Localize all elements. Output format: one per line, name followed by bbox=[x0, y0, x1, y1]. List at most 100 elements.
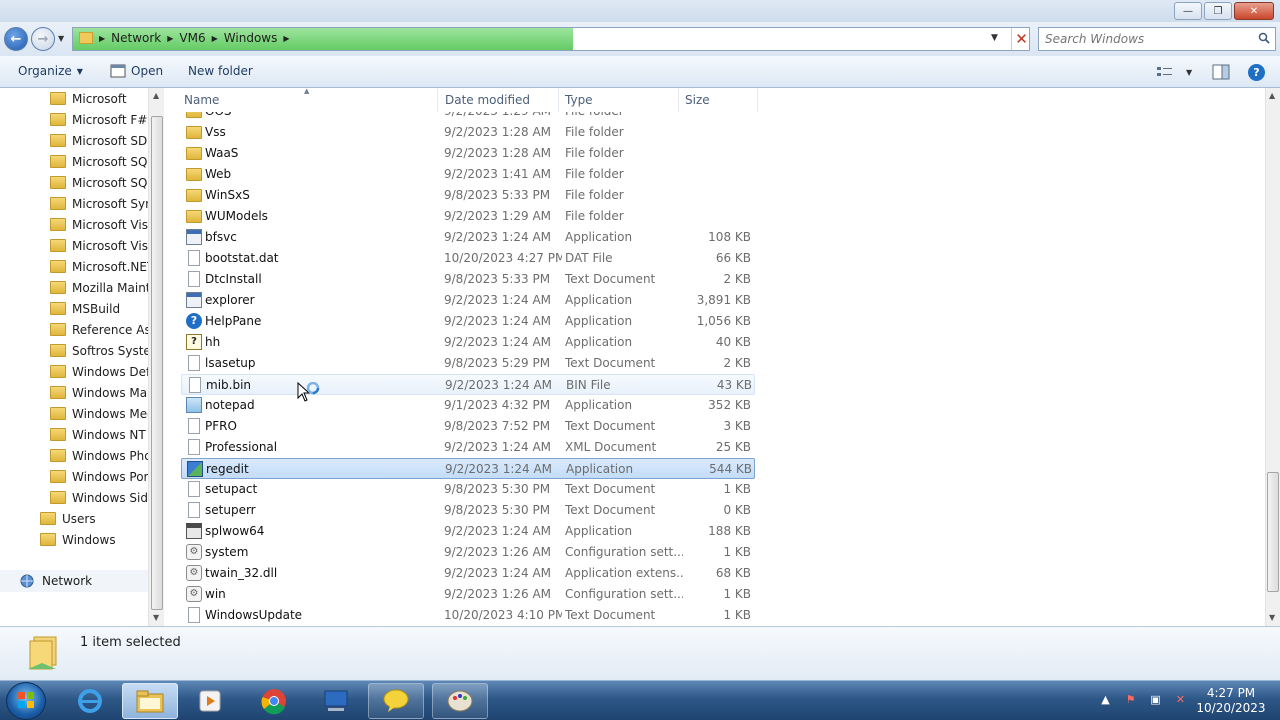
file-row[interactable]: WinSxS 9/8/2023 5:33 PM File folder bbox=[181, 185, 755, 206]
file-list-scrollbar[interactable]: ▲ ▼ bbox=[1265, 88, 1280, 626]
nav-folder-item[interactable]: Microsoft SDK bbox=[50, 130, 155, 151]
file-row[interactable]: ⚙ twain_32.dll 9/2/2023 1:24 AM Application… bbox=[181, 563, 755, 584]
nav-scrollbar[interactable]: ▲ ▼ bbox=[148, 88, 164, 626]
taskbar-clock[interactable]: 4:27 PM 10/20/2023 bbox=[1196, 686, 1266, 716]
column-divider[interactable] bbox=[757, 88, 758, 112]
nav-folder-item[interactable]: Microsoft Visu bbox=[50, 214, 156, 235]
file-row[interactable]: ⚙ system 9/2/2023 1:26 AM Configuration set… bbox=[181, 542, 755, 563]
column-header-date[interactable]: Date modified bbox=[445, 93, 530, 107]
file-row[interactable]: setuperr 9/8/2023 5:30 PM Text Document 0 K… bbox=[181, 500, 755, 521]
nav-folder-item[interactable]: Microsoft Sync bbox=[50, 193, 159, 214]
breadcrumb-windows[interactable]: Windows bbox=[224, 31, 278, 45]
nav-folder-item[interactable]: Windows Defe bbox=[50, 361, 158, 382]
nav-folder-item[interactable]: Microsoft SQL bbox=[50, 172, 154, 193]
address-bar[interactable]: ▶ Network ▶ VM6 ▶ Windows ▶ ▼ ✕ bbox=[72, 27, 1030, 51]
file-list-scroll-thumb[interactable] bbox=[1267, 472, 1279, 592]
search-box[interactable] bbox=[1038, 27, 1276, 51]
address-history-dropdown-icon[interactable]: ▼ bbox=[991, 33, 998, 43]
file-row[interactable]: regedit 9/2/2023 1:24 AM Application 544 KB bbox=[181, 458, 755, 479]
taskbar-remote-desktop[interactable] bbox=[308, 683, 364, 719]
crumb-separator-icon[interactable]: ▶ bbox=[167, 34, 173, 43]
scroll-down-arrow-icon[interactable]: ▼ bbox=[153, 613, 159, 622]
action-center-icon[interactable]: ⚑ bbox=[1123, 693, 1138, 708]
file-row[interactable]: Vss 9/2/2023 1:28 AM File folder bbox=[181, 122, 755, 143]
network-status-icon[interactable]: ▣ bbox=[1148, 693, 1163, 708]
volume-muted-icon[interactable]: ✕ bbox=[1173, 693, 1188, 708]
column-header-name[interactable]: Name bbox=[184, 93, 219, 107]
nav-folder-item[interactable]: Windows Mail bbox=[50, 382, 154, 403]
breadcrumb-vm6[interactable]: VM6 bbox=[179, 31, 205, 45]
scroll-up-arrow-icon[interactable]: ▲ bbox=[1269, 91, 1275, 100]
file-row[interactable]: bfsvc 9/2/2023 1:24 AM Application 108 KB bbox=[181, 227, 755, 248]
help-button[interactable]: ? bbox=[1248, 62, 1265, 82]
file-row[interactable]: notepad 9/1/2023 4:32 PM Application 352 KB bbox=[181, 395, 755, 416]
file-row[interactable]: ? hh 9/2/2023 1:24 AM Application 40 KB bbox=[181, 332, 755, 353]
file-row[interactable]: bootstat.dat 10/20/2023 4:27 PM DAT File 66… bbox=[181, 248, 755, 269]
file-row[interactable]: mib.bin 9/2/2023 1:24 AM BIN File 43 KB bbox=[181, 374, 755, 395]
file-row[interactable]: DtcInstall 9/8/2023 5:33 PM Text Document 2… bbox=[181, 269, 755, 290]
taskbar-internet-explorer[interactable] bbox=[62, 683, 118, 719]
nav-folder-item[interactable]: Windows Med bbox=[50, 403, 155, 424]
nav-folder-item[interactable]: MSBuild bbox=[50, 298, 120, 319]
nav-item-windows[interactable]: Windows bbox=[40, 529, 116, 550]
column-header-type[interactable]: Type bbox=[565, 93, 593, 107]
nav-folder-item[interactable]: Windows Sidel bbox=[50, 487, 159, 508]
maximize-button[interactable]: ❐ bbox=[1204, 2, 1232, 20]
column-header-size[interactable]: Size bbox=[685, 93, 710, 107]
taskbar-chrome[interactable] bbox=[246, 683, 302, 719]
column-divider[interactable] bbox=[437, 88, 438, 112]
change-view-button[interactable]: ▼ bbox=[1156, 62, 1192, 82]
taskbar-media-player[interactable] bbox=[182, 683, 238, 719]
nav-folder-item[interactable]: Windows Phot bbox=[50, 445, 156, 466]
crumb-separator-icon[interactable]: ▶ bbox=[99, 34, 105, 43]
column-divider[interactable] bbox=[678, 88, 679, 112]
nav-item-network[interactable]: Network bbox=[0, 570, 148, 592]
nav-item-users[interactable]: Users bbox=[40, 508, 96, 529]
file-row[interactable]: splwow64 9/2/2023 1:24 AM Application 188 K… bbox=[181, 521, 755, 542]
column-divider[interactable] bbox=[558, 88, 559, 112]
crumb-separator-icon[interactable]: ▶ bbox=[283, 34, 289, 43]
nav-folder-item[interactable]: Microsoft F# bbox=[50, 109, 147, 130]
nav-folder-item[interactable]: Windows NT bbox=[50, 424, 146, 445]
file-row[interactable]: explorer 9/2/2023 1:24 AM Application 3,891… bbox=[181, 290, 755, 311]
show-hidden-icons-icon[interactable]: ▲ bbox=[1098, 693, 1113, 708]
stop-loading-icon[interactable]: ✕ bbox=[1011, 28, 1031, 50]
preview-pane-button[interactable] bbox=[1212, 62, 1230, 82]
file-row[interactable]: Professional 9/2/2023 1:24 AM XML Document… bbox=[181, 437, 755, 458]
file-row[interactable]: lsasetup 9/8/2023 5:29 PM Text Document 2 K… bbox=[181, 353, 755, 374]
scroll-up-arrow-icon[interactable]: ▲ bbox=[153, 91, 159, 100]
recent-pages-dropdown[interactable]: ▼ bbox=[58, 34, 64, 43]
taskbar-chat[interactable] bbox=[368, 683, 424, 719]
nav-folder-item[interactable]: Mozilla Mainte bbox=[50, 277, 158, 298]
nav-folder-item[interactable]: Softros System bbox=[50, 340, 163, 361]
taskbar-paint[interactable] bbox=[432, 683, 488, 719]
search-input[interactable] bbox=[1045, 31, 1245, 47]
file-row[interactable]: Web 9/2/2023 1:41 AM File folder bbox=[181, 164, 755, 185]
nav-folder-item[interactable]: Microsoft Visu bbox=[50, 235, 156, 256]
nav-folder-item[interactable]: Windows Porta bbox=[50, 466, 161, 487]
nav-folder-item[interactable]: Microsoft.NET bbox=[50, 256, 154, 277]
breadcrumb-network[interactable]: Network bbox=[111, 31, 161, 45]
nav-network-entry[interactable]: Network bbox=[18, 570, 92, 591]
taskbar-windows-explorer[interactable] bbox=[122, 683, 178, 719]
file-row[interactable]: ? HelpPane 9/2/2023 1:24 AM Application 1,05… bbox=[181, 311, 755, 332]
nav-scroll-thumb[interactable] bbox=[151, 116, 163, 610]
file-row[interactable]: ⚙ win 9/2/2023 1:26 AM Configuration sett..… bbox=[181, 584, 755, 605]
forward-button[interactable]: → bbox=[31, 27, 55, 51]
file-row[interactable]: WUModels 9/2/2023 1:29 AM File folder bbox=[181, 206, 755, 227]
file-row[interactable]: PFRO 9/8/2023 7:52 PM Text Document 3 KB bbox=[181, 416, 755, 437]
back-button[interactable]: ← bbox=[4, 27, 28, 51]
nav-folder-item[interactable]: Microsoft bbox=[50, 88, 127, 109]
file-row[interactable]: setupact 9/8/2023 5:30 PM Text Document 1 K… bbox=[181, 479, 755, 500]
organize-button[interactable]: Organize ▼ bbox=[18, 64, 83, 78]
close-button[interactable]: ✕ bbox=[1234, 2, 1274, 20]
scroll-down-arrow-icon[interactable]: ▼ bbox=[1269, 613, 1275, 622]
start-button[interactable] bbox=[6, 682, 46, 720]
crumb-separator-icon[interactable]: ▶ bbox=[212, 34, 218, 43]
minimize-button[interactable]: — bbox=[1174, 2, 1202, 20]
file-row[interactable]: WindowsUpdate 10/20/2023 4:10 PM Text Docu… bbox=[181, 605, 755, 626]
search-icon[interactable] bbox=[1258, 32, 1270, 44]
file-row[interactable]: WaaS 9/2/2023 1:28 AM File folder bbox=[181, 143, 755, 164]
nav-folder-item[interactable]: Microsoft SQL bbox=[50, 151, 154, 172]
open-button[interactable]: Open bbox=[110, 64, 163, 78]
